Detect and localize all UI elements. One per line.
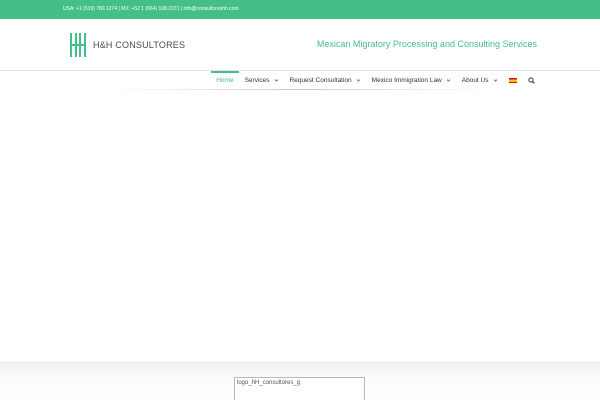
nav-item-label: Request Consultation [289,77,352,84]
spain-flag-icon [508,78,517,83]
nav-item-language[interactable] [503,71,522,90]
nav-item-label: About Us [461,77,489,84]
top-contact-bar: USA: +1 (619) 780.1274 | MX: +52 1 (664)… [0,0,600,19]
site-logo[interactable]: H&H CONSULTORES [69,33,185,57]
footer-logo-image: logo_hH_consultores_g [234,377,365,400]
nav-item-home[interactable]: Home [210,71,240,90]
chevron-down-icon [274,79,278,82]
footer-image-alt-text: logo_hH_consultores_g [237,380,301,386]
nav-item-search[interactable] [522,71,540,90]
main-content [0,90,600,362]
chevron-down-icon [493,79,497,82]
site-header: H&H CONSULTORES Mexican Migratory Proces… [0,19,600,71]
nav-item-services[interactable]: Services [239,71,284,90]
chevron-down-icon [446,79,451,82]
nav-item-request-consultation[interactable]: Request Consultation [284,71,366,90]
search-icon [527,77,535,84]
main-navigation: Home Services Request Consultation Mexic… [0,71,600,90]
nav-item-label: Services [244,77,270,84]
nav-item-about-us[interactable]: About Us [456,71,503,90]
nav-item-mexico-immigration-law[interactable]: Mexico Immigration Law [366,71,456,90]
nav-item-label: Mexico Immigration Law [371,77,442,84]
nav-item-label: Home [216,77,234,84]
site-footer: logo_hH_consultores_g [0,362,600,400]
logo-text: H&H CONSULTORES [93,40,186,50]
site-tagline: Mexican Migratory Processing and Consult… [316,39,537,49]
hh-monogram-icon [70,33,86,57]
contact-info: USA: +1 (619) 780.1274 | MX: +52 1 (664)… [63,6,239,12]
chevron-down-icon [356,79,360,82]
